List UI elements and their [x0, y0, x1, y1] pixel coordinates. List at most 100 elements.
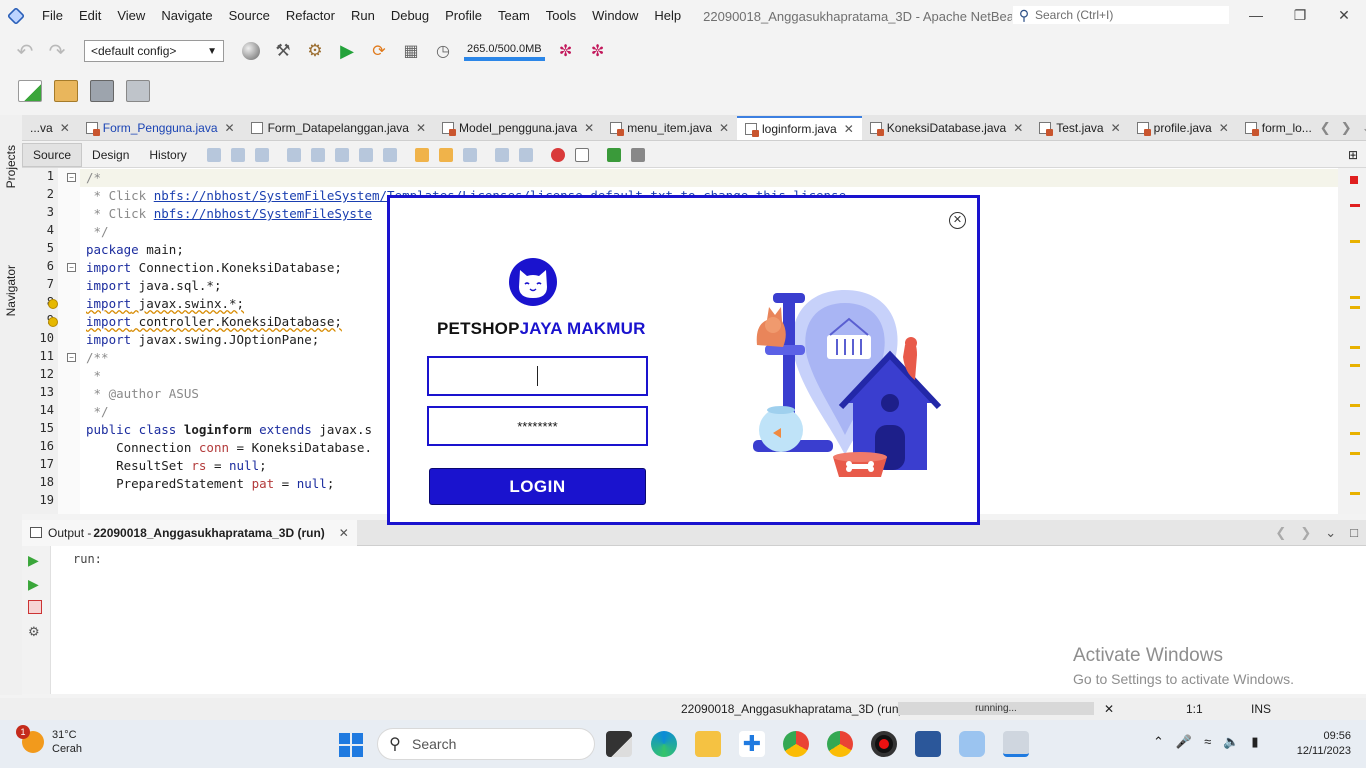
- chevron-up-icon[interactable]: ⌃: [1153, 734, 1164, 750]
- hammer-icon[interactable]: ⚒: [272, 40, 294, 62]
- close-icon[interactable]: ✕: [844, 122, 854, 136]
- edge-icon[interactable]: [651, 731, 677, 757]
- microphone-icon[interactable]: 🎤: [1176, 734, 1192, 750]
- close-icon[interactable]: ✕: [339, 526, 349, 540]
- editor-tab[interactable]: menu_item.java ✕: [602, 116, 737, 140]
- fold-toggle-icon[interactable]: −: [67, 353, 76, 362]
- stop-icon[interactable]: ✼: [587, 40, 609, 62]
- code-link[interactable]: nbfs://nbhost/SystemFileSyste: [154, 206, 372, 221]
- file-explorer-icon[interactable]: [695, 731, 721, 757]
- editor-tab[interactable]: Form_Pengguna.java ✕: [78, 116, 243, 140]
- menu-file[interactable]: File: [34, 0, 71, 32]
- history-view-tab[interactable]: History: [139, 144, 196, 166]
- close-icon[interactable]: ✕: [719, 121, 729, 135]
- warning-mark[interactable]: [1350, 306, 1360, 309]
- obs-record-icon[interactable]: [871, 731, 897, 757]
- run-icon[interactable]: ▶: [336, 40, 358, 62]
- find-icon[interactable]: [286, 147, 301, 162]
- close-project-icon[interactable]: [126, 80, 150, 102]
- redo-icon[interactable]: ↷: [46, 40, 68, 63]
- menu-navigate[interactable]: Navigate: [153, 0, 220, 32]
- memory-indicator[interactable]: 265.0/500.0MB: [464, 41, 545, 61]
- menu-tools[interactable]: Tools: [538, 0, 584, 32]
- warning-mark[interactable]: [1350, 296, 1360, 299]
- wifi-icon[interactable]: ≈: [1204, 734, 1211, 750]
- find-prev-icon[interactable]: [310, 147, 325, 162]
- menu-refactor[interactable]: Refactor: [278, 0, 343, 32]
- rerun-icon[interactable]: ▶: [28, 552, 42, 568]
- stop-macro-icon[interactable]: [574, 147, 589, 162]
- chevron-right-icon[interactable]: ❯: [1341, 120, 1352, 136]
- profile-icon[interactable]: ◷: [432, 40, 454, 62]
- reload-icon[interactable]: ⟳: [368, 40, 390, 62]
- warning-mark[interactable]: [1350, 364, 1360, 367]
- fold-toggle-icon[interactable]: −: [67, 173, 76, 182]
- close-dialog-button[interactable]: ✕: [949, 212, 966, 229]
- chevron-left-icon[interactable]: ❮: [1320, 120, 1331, 136]
- username-field[interactable]: [427, 356, 648, 396]
- close-icon[interactable]: ✕: [1104, 702, 1114, 716]
- close-icon[interactable]: ✕: [1013, 121, 1023, 135]
- globe-icon[interactable]: [240, 40, 262, 62]
- toggle-bookmark-icon[interactable]: [462, 147, 477, 162]
- warning-mark[interactable]: [1350, 452, 1360, 455]
- new-project-icon[interactable]: [54, 80, 78, 102]
- warning-mark[interactable]: [1350, 492, 1360, 495]
- menu-view[interactable]: View: [109, 0, 153, 32]
- warning-mark[interactable]: [1350, 346, 1360, 349]
- menu-run[interactable]: Run: [343, 0, 383, 32]
- output-tab[interactable]: Output - 22090018_Anggasukhapratama_3D (…: [22, 519, 357, 546]
- ide-search-box[interactable]: ⚲ Search (Ctrl+I): [1012, 5, 1230, 25]
- close-icon[interactable]: ✕: [1111, 121, 1121, 135]
- rerun-with-params-icon[interactable]: ▶: [28, 576, 42, 592]
- new-file-icon[interactable]: [18, 80, 42, 102]
- battery-icon[interactable]: ▮: [1251, 734, 1258, 750]
- start-button[interactable]: [339, 733, 363, 757]
- record-macro-icon[interactable]: [550, 147, 565, 162]
- editor-tab[interactable]: Model_pengguna.java ✕: [434, 116, 602, 140]
- editor-tab[interactable]: KoneksiDatabase.java ✕: [862, 116, 1031, 140]
- settings-icon[interactable]: ⚙: [28, 624, 42, 639]
- close-icon[interactable]: ✕: [416, 121, 426, 135]
- java-app-icon[interactable]: [1003, 731, 1029, 757]
- menu-edit[interactable]: Edit: [71, 0, 109, 32]
- undo-icon[interactable]: ↶: [14, 40, 36, 63]
- next-bookmark-icon[interactable]: [438, 147, 453, 162]
- password-input[interactable]: [429, 408, 646, 444]
- error-marker-icon[interactable]: [1350, 176, 1358, 184]
- shift-left-icon[interactable]: [494, 147, 509, 162]
- gc-icon[interactable]: ✼: [555, 40, 577, 62]
- uncomment-icon[interactable]: [630, 147, 645, 162]
- warning-mark[interactable]: [1350, 432, 1360, 435]
- vscode-icon[interactable]: ✚: [739, 731, 765, 757]
- chevron-right-icon[interactable]: ❯: [1300, 525, 1311, 541]
- shift-right-icon[interactable]: [518, 147, 533, 162]
- system-clock[interactable]: 09:56 12/11/2023: [1291, 729, 1351, 759]
- editor-tab[interactable]: form_lo...: [1237, 116, 1320, 140]
- chevron-down-icon[interactable]: ⌄: [1325, 525, 1336, 541]
- find-next-icon[interactable]: [334, 147, 349, 162]
- prev-bookmark-icon[interactable]: [414, 147, 429, 162]
- close-icon[interactable]: ✕: [584, 121, 594, 135]
- split-editor-icon[interactable]: ⊞: [1348, 148, 1358, 162]
- close-icon[interactable]: ✕: [60, 121, 70, 135]
- taskbar-search[interactable]: ⚲ Search: [377, 728, 595, 760]
- password-field[interactable]: [427, 406, 648, 446]
- error-mark[interactable]: [1350, 204, 1360, 207]
- menu-help[interactable]: Help: [646, 0, 689, 32]
- open-project-icon[interactable]: [90, 80, 114, 102]
- warning-mark[interactable]: [1350, 240, 1360, 243]
- navigator-panel-tab[interactable]: Navigator: [4, 265, 18, 316]
- netbeans-taskbar-icon[interactable]: [959, 731, 985, 757]
- projects-panel-tab[interactable]: Projects: [4, 145, 18, 188]
- menu-debug[interactable]: Debug: [383, 0, 437, 32]
- config-dropdown[interactable]: <default config> ▼: [84, 40, 224, 62]
- volume-icon[interactable]: 🔈: [1223, 734, 1239, 750]
- editor-tab-active[interactable]: loginform.java ✕: [737, 116, 862, 140]
- warning-bulb-icon[interactable]: [48, 299, 58, 309]
- toggle-rect-select-icon[interactable]: [382, 147, 397, 162]
- clean-build-icon[interactable]: ⚙: [304, 40, 326, 62]
- menu-team[interactable]: Team: [490, 0, 538, 32]
- design-view-tab[interactable]: Design: [82, 144, 139, 166]
- login-button[interactable]: LOGIN: [429, 468, 646, 505]
